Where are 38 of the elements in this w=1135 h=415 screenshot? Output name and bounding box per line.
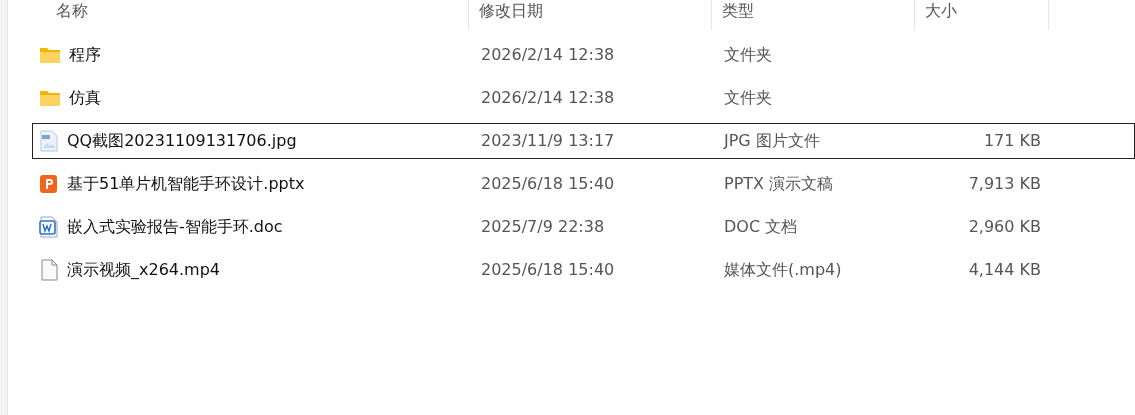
image-file-icon [39,130,59,152]
file-type: 文件夹 [724,45,772,64]
file-row[interactable]: 嵌入式实验报告-智能手环.doc 2025/7/9 22:38 DOC 文档 2,960 KB [32,209,1135,245]
word-document-icon [39,216,59,238]
file-row[interactable]: 仿真 2026/2/14 12:38 文件夹 [32,80,1135,116]
file-type: 文件夹 [724,88,772,107]
file-size: 4,144 KB [968,260,1041,279]
file-name: 演示视频_x264.mp4 [67,259,220,281]
modified-date: 2025/6/18 15:40 [481,174,615,193]
presentation-file-icon [39,173,59,195]
file-row[interactable]: 程序 2026/2/14 12:38 文件夹 [32,37,1135,73]
blank-file-icon [39,259,59,281]
column-header[interactable]: 大小 [925,0,957,22]
modified-date: 2026/2/14 12:38 [481,88,615,107]
file-name: 基于51单片机智能手环设计.pptx [67,173,305,195]
file-type: JPG 图片文件 [724,131,820,150]
modified-date: 2023/11/9 13:17 [481,131,615,150]
file-type: 媒体文件(.mp4) [724,260,842,279]
modified-date: 2025/7/9 22:38 [481,217,605,236]
modified-date: 2026/2/14 12:38 [481,45,615,64]
file-type: DOC 文档 [724,217,798,236]
modified-date: 2025/6/18 15:40 [481,260,615,279]
column-header[interactable]: 名称 [56,0,88,22]
file-row[interactable]: 基于51单片机智能手环设计.pptx 2025/6/18 15:40 PPTX 演示文稿 7,913 KB [32,166,1135,202]
file-name: QQ截图20231109131706.jpg [67,130,297,152]
file-name: 仿真 [69,87,101,109]
folder-icon [39,46,61,64]
file-size: 171 KB [983,131,1041,150]
file-name: 程序 [69,44,101,66]
file-size: 7,913 KB [968,174,1041,193]
file-row[interactable]: QQ截图20231109131706.jpg 2023/11/9 13:17 JPG 图片文件 171 KB [32,123,1135,159]
file-size: 2,960 KB [968,217,1041,236]
file-type: PPTX 演示文稿 [724,174,834,193]
folder-icon [39,89,61,107]
column-header[interactable]: 类型 [722,0,754,22]
column-header[interactable]: 修改日期 [479,0,543,22]
file-name: 嵌入式实验报告-智能手环.doc [67,216,283,238]
file-row[interactable]: 演示视频_x264.mp4 2025/6/18 15:40 媒体文件(.mp4) 4,144 KB [32,252,1135,288]
